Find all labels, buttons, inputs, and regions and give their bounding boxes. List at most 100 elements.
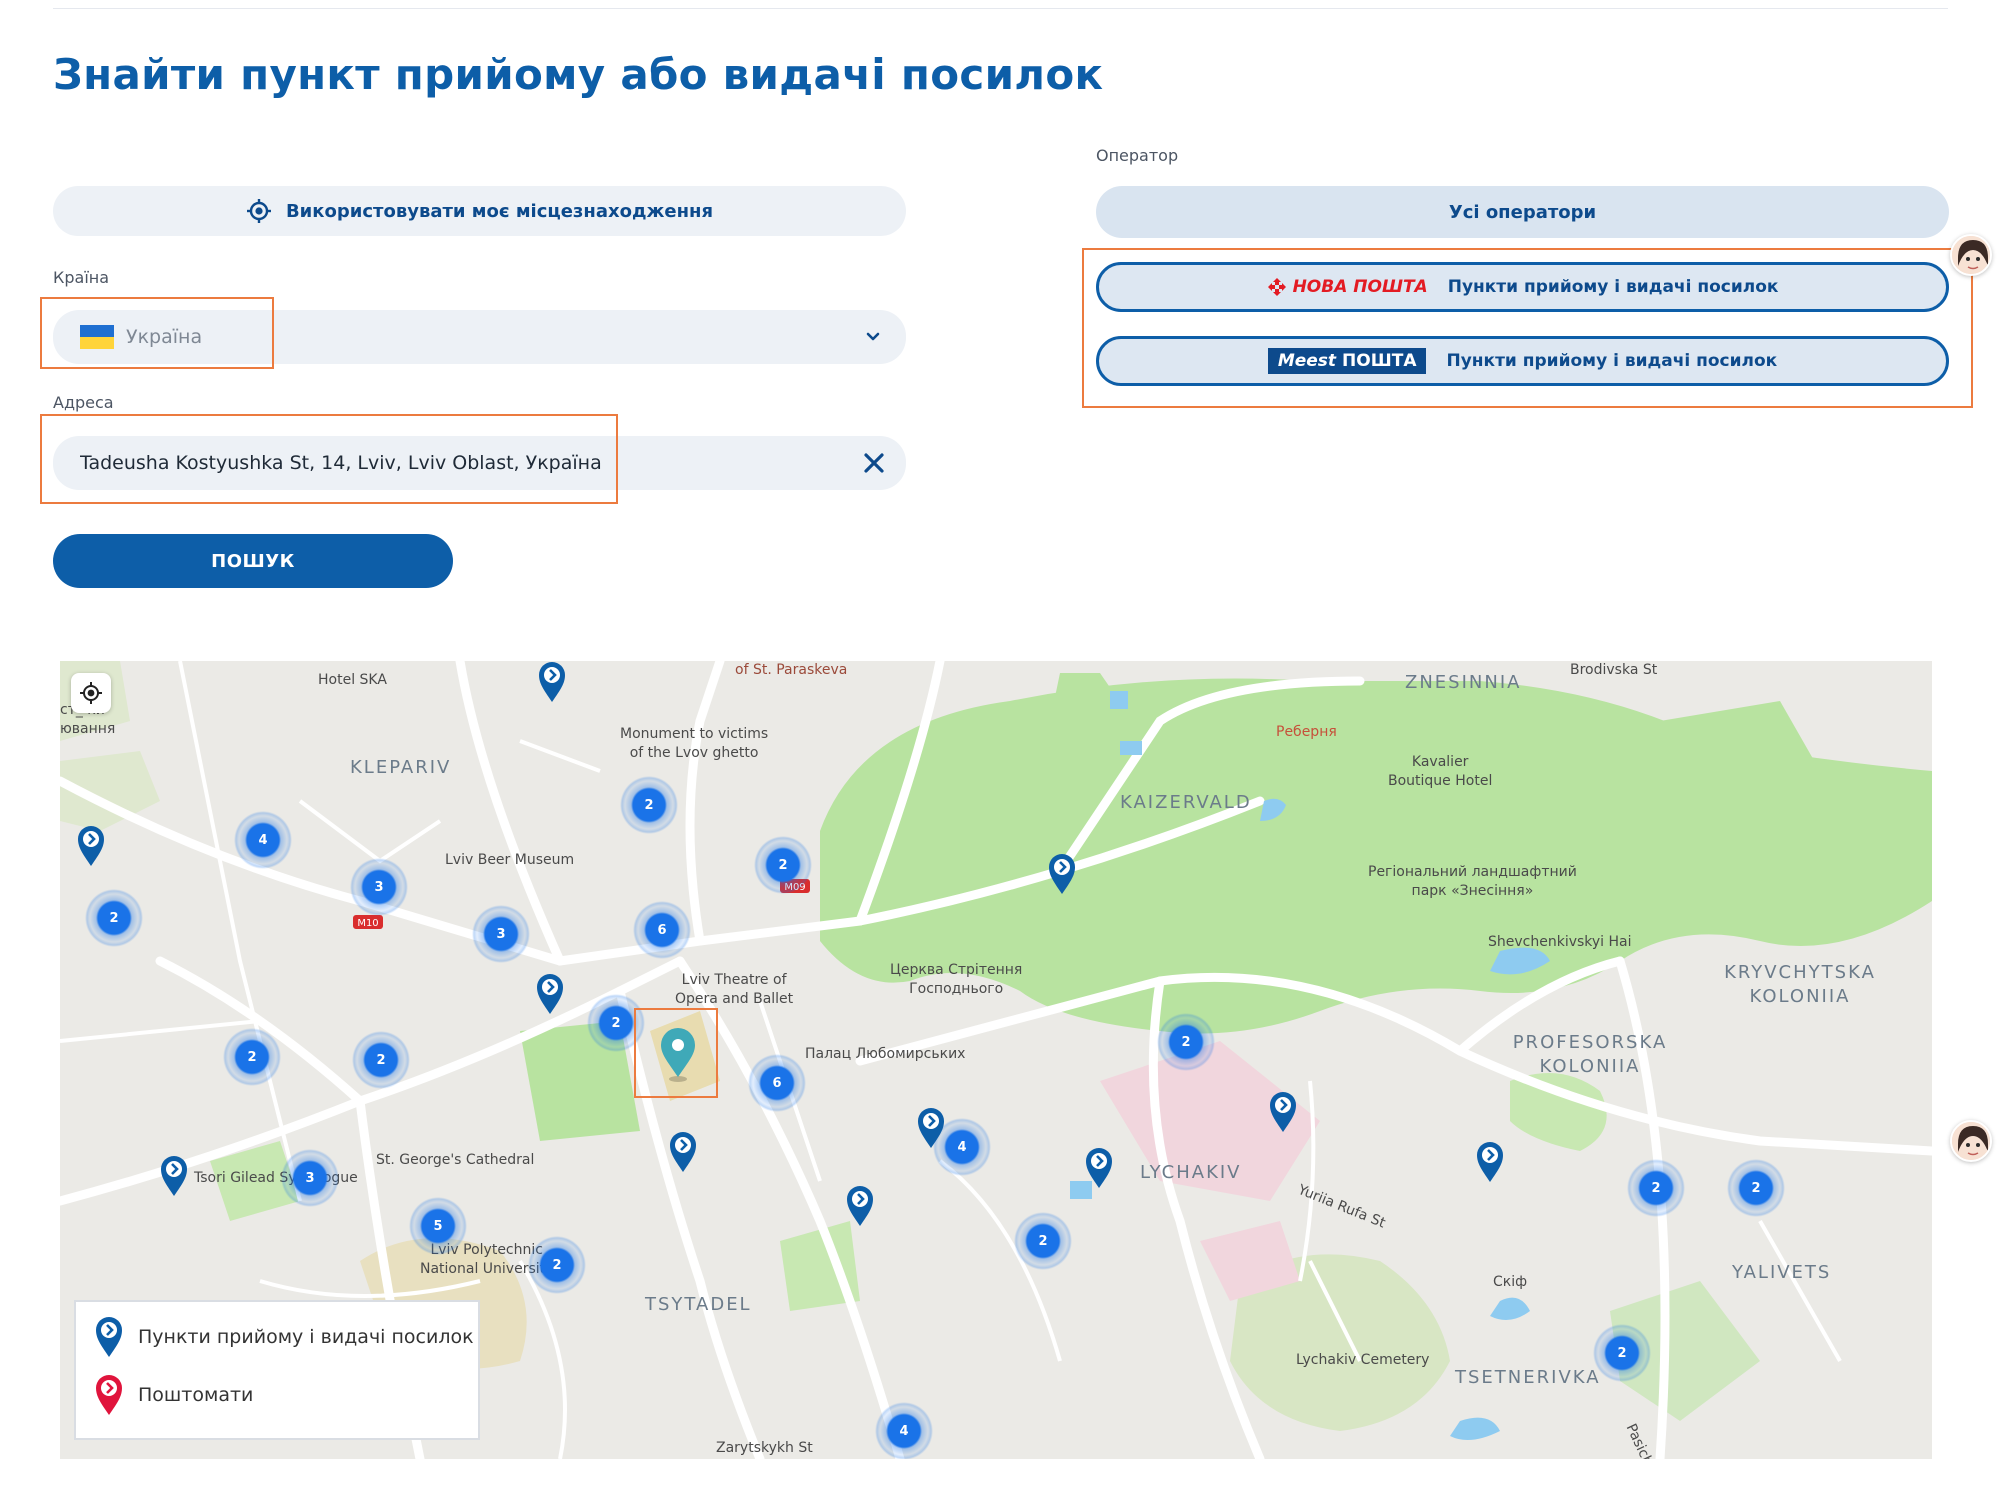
map-cluster[interactable]: 2 — [754, 836, 812, 894]
all-operators-label: Усі оператори — [1448, 201, 1597, 223]
chevron-down-icon — [866, 332, 880, 341]
parcel-point-pin-icon[interactable] — [1047, 853, 1077, 895]
map-cluster[interactable]: 2 — [1727, 1159, 1785, 1217]
assistant-avatar-secondary[interactable] — [1950, 1120, 1992, 1162]
place-label: Hotel SKA — [318, 672, 387, 688]
crosshair-icon — [246, 199, 271, 223]
operator-nova-poshta-button[interactable]: НОВА ПОШТА Пункти прийому і видачі посил… — [1096, 262, 1949, 312]
country-select[interactable]: Україна — [53, 310, 906, 364]
ukraine-flag-icon — [80, 325, 114, 349]
map-cluster[interactable]: 4 — [234, 811, 292, 869]
avatar-face-icon — [1952, 1122, 1990, 1160]
place-label: Lviv Beer Museum — [445, 852, 575, 868]
meest-brand: ПОШТА — [1342, 351, 1417, 371]
street-label: Brodivska St — [1570, 662, 1658, 678]
legend-item: Поштомати — [94, 1374, 253, 1416]
nova-poshta-brand: НОВА ПОШТА — [1292, 277, 1428, 297]
nova-poshta-logo: НОВА ПОШТА — [1267, 277, 1428, 297]
place-label: Monument to victims of the Lvov ghetto — [620, 726, 769, 761]
district-label: TSYTADEL — [645, 1294, 752, 1315]
parcel-point-pin-icon[interactable] — [76, 825, 106, 867]
meest-logo: Meest ПОШТА — [1267, 348, 1427, 374]
legend-label: Поштомати — [138, 1384, 254, 1406]
page-title: Знайти пункт прийому або видачі посилок — [53, 50, 1104, 99]
map-cluster[interactable]: 3 — [281, 1149, 339, 1207]
district-label: YALIVETS — [1732, 1262, 1832, 1283]
parcel-point-pin-icon[interactable] — [159, 1155, 189, 1197]
nova-poshta-icon — [1267, 278, 1286, 296]
clear-icon[interactable] — [860, 449, 888, 477]
map-cluster[interactable]: 3 — [472, 905, 530, 963]
street-label: Zarytskykh St — [716, 1440, 813, 1456]
place-label: of St. Paraskeva — [735, 662, 848, 678]
map-cluster[interactable]: 2 — [528, 1236, 586, 1294]
address-input[interactable] — [80, 452, 840, 474]
map-locate-button[interactable] — [71, 673, 111, 713]
district-label: KLEPARIV — [350, 757, 452, 778]
avatar-face-icon — [1952, 236, 1990, 274]
operator-label: Оператор — [1096, 146, 1179, 165]
place-label: Kavalier Boutique Hotel — [1388, 754, 1493, 789]
map[interactable]: M10 M09 KLEPARIV ZNESINNIA KAIZERVALD KR… — [60, 661, 1932, 1459]
use-location-button[interactable]: Використовувати моє місцезнаходження — [53, 186, 906, 236]
place-label: Shevchenkivskyi Hai — [1488, 934, 1632, 950]
district-label: LYCHAKIV — [1140, 1162, 1242, 1183]
place-label: Lviv Theatre of Opera and Ballet — [675, 972, 794, 1007]
district-label: KAIZERVALD — [1120, 792, 1252, 813]
place-label: St. George's Cathedral — [376, 1152, 535, 1168]
place-label: Скіф — [1493, 1274, 1528, 1290]
parcel-point-pin-icon[interactable] — [537, 661, 567, 703]
legend-item: Пункти прийому і видачі посилок — [94, 1316, 474, 1358]
map-cluster[interactable]: 4 — [875, 1402, 933, 1459]
map-cluster[interactable]: 2 — [1014, 1212, 1072, 1270]
nova-poshta-label: Пункти прийому і видачі посилок — [1447, 277, 1779, 297]
place-label: Церква Стрітення Господнього — [890, 962, 1023, 997]
meest-label: Пункти прийому і видачі посилок — [1446, 351, 1778, 371]
district-label: ZNESINNIA — [1405, 672, 1522, 693]
address-field[interactable] — [53, 436, 906, 490]
country-value: Україна — [126, 326, 203, 348]
meest-brand-prefix: Meest — [1277, 351, 1337, 371]
search-button[interactable]: ПОШУК — [53, 534, 453, 588]
selected-address-marker-icon — [661, 1028, 695, 1082]
map-cluster[interactable]: 2 — [1593, 1324, 1651, 1382]
map-legend: Пункти прийому і видачі посилок Поштомат… — [74, 1300, 480, 1440]
country-label: Країна — [53, 268, 110, 287]
all-operators-button[interactable]: Усі оператори — [1096, 186, 1949, 238]
district-label: PROFESORSKA KOLONIIA — [1512, 1032, 1668, 1078]
map-cluster[interactable]: 3 — [350, 858, 408, 916]
place-label: Палац Любомирських — [805, 1046, 966, 1062]
place-label: Lychakiv Cemetery — [1296, 1352, 1430, 1368]
use-location-label: Використовувати моє місцезнаходження — [285, 200, 714, 222]
place-label: Реберня — [1276, 724, 1337, 740]
parcel-point-pin-icon[interactable] — [916, 1107, 946, 1149]
map-cluster[interactable]: 5 — [409, 1197, 467, 1255]
parcel-point-pin-icon[interactable] — [1475, 1141, 1505, 1183]
operator-meest-button[interactable]: Meest ПОШТА Пункти прийому і видачі поси… — [1096, 336, 1949, 386]
map-cluster[interactable]: 2 — [85, 889, 143, 947]
map-cluster[interactable]: 2 — [1157, 1013, 1215, 1071]
parcel-point-pin-icon[interactable] — [845, 1185, 875, 1227]
legend-label: Пункти прийому і видачі посилок — [138, 1326, 474, 1348]
map-cluster[interactable]: 2 — [587, 994, 645, 1052]
parcel-point-pin-icon[interactable] — [668, 1131, 698, 1173]
map-cluster[interactable]: 6 — [633, 901, 691, 959]
parcel-point-pin-icon[interactable] — [1268, 1091, 1298, 1133]
map-cluster[interactable]: 2 — [620, 776, 678, 834]
map-cluster[interactable]: 2 — [352, 1031, 410, 1089]
place-label: Регіональний ландшафтний парк «Знесіння» — [1368, 864, 1577, 899]
map-cluster[interactable]: 6 — [748, 1054, 806, 1112]
locate-icon — [80, 682, 102, 704]
parcel-point-pin-icon[interactable] — [1084, 1147, 1114, 1189]
parcel-point-legend-icon — [96, 1317, 122, 1357]
road-badge-m10: M10 — [357, 918, 378, 929]
search-button-label: ПОШУК — [211, 550, 295, 572]
assistant-avatar[interactable] — [1950, 234, 1992, 276]
district-label: TSETNERIVKA — [1455, 1367, 1601, 1388]
district-label: KRYVCHYTSKA KOLONIIA — [1724, 962, 1876, 1008]
map-cluster[interactable]: 2 — [223, 1028, 281, 1086]
parcel-point-pin-icon[interactable] — [535, 973, 565, 1015]
parcel-locker-legend-icon — [96, 1375, 122, 1415]
address-label: Адреса — [53, 393, 114, 412]
top-divider — [53, 8, 1948, 9]
